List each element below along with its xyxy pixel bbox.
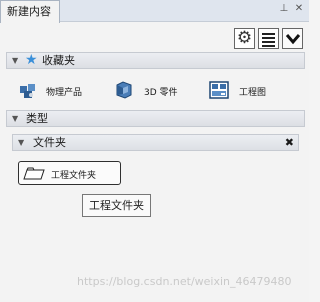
dropdown-button[interactable] xyxy=(282,28,303,49)
favorites-title: 收藏夹 xyxy=(42,54,75,67)
gear-icon: ⚙ xyxy=(236,28,253,48)
folders-header[interactable]: ▼ 文件夹 ✖ xyxy=(12,134,299,151)
tab-bar: 新建内容 ⊥ ✕ xyxy=(0,0,309,23)
folders-title: 文件夹 xyxy=(33,136,66,149)
types-header[interactable]: ▼ 类型 xyxy=(6,110,305,127)
pin-icon[interactable]: ⊥ xyxy=(278,3,290,14)
collapse-triangle-icon: ▼ xyxy=(12,114,19,123)
tab-controls: ⊥ ✕ xyxy=(278,3,305,14)
toolbar: ⚙ xyxy=(231,28,303,49)
tooltip: 工程文件夹 xyxy=(82,194,151,217)
drawing-icon xyxy=(209,81,229,99)
watermark: https://blog.csdn.net/weixin_46479480 xyxy=(77,275,292,288)
tab-title: 新建内容 xyxy=(7,5,51,18)
engineering-folder-button[interactable]: 工程文件夹 xyxy=(18,161,121,185)
favorites-header[interactable]: ▼ ★ 收藏夹 xyxy=(6,52,305,69)
close-icon[interactable]: ✕ xyxy=(293,3,305,14)
folder-icon xyxy=(23,167,45,180)
chevron-down-icon xyxy=(285,34,301,45)
types-title: 类型 xyxy=(26,112,48,125)
folder-button-label: 工程文件夹 xyxy=(51,171,97,181)
settings-button[interactable]: ⚙ xyxy=(234,28,255,49)
tooltip-text: 工程文件夹 xyxy=(89,199,144,212)
collapse-triangle-icon: ▼ xyxy=(18,138,25,147)
favorite-label: 3D 零件 xyxy=(144,88,178,98)
3d-part-icon xyxy=(116,81,132,99)
list-view-button[interactable] xyxy=(258,28,279,49)
favorite-label: 物理产品 xyxy=(46,88,83,98)
star-icon: ★ xyxy=(25,52,38,68)
close-icon[interactable]: ✖ xyxy=(285,135,294,150)
tab-new-content[interactable]: 新建内容 xyxy=(0,0,60,23)
favorite-label: 工程图 xyxy=(239,88,267,98)
new-content-panel: 新建内容 ⊥ ✕ ⚙ ▼ ★ 收藏夹 物理产品 3D 零件 工程图 ▼ 类型 ▼… xyxy=(0,0,309,302)
list-icon xyxy=(262,33,275,35)
collapse-triangle-icon: ▼ xyxy=(12,56,19,65)
physical-product-icon xyxy=(20,84,35,98)
